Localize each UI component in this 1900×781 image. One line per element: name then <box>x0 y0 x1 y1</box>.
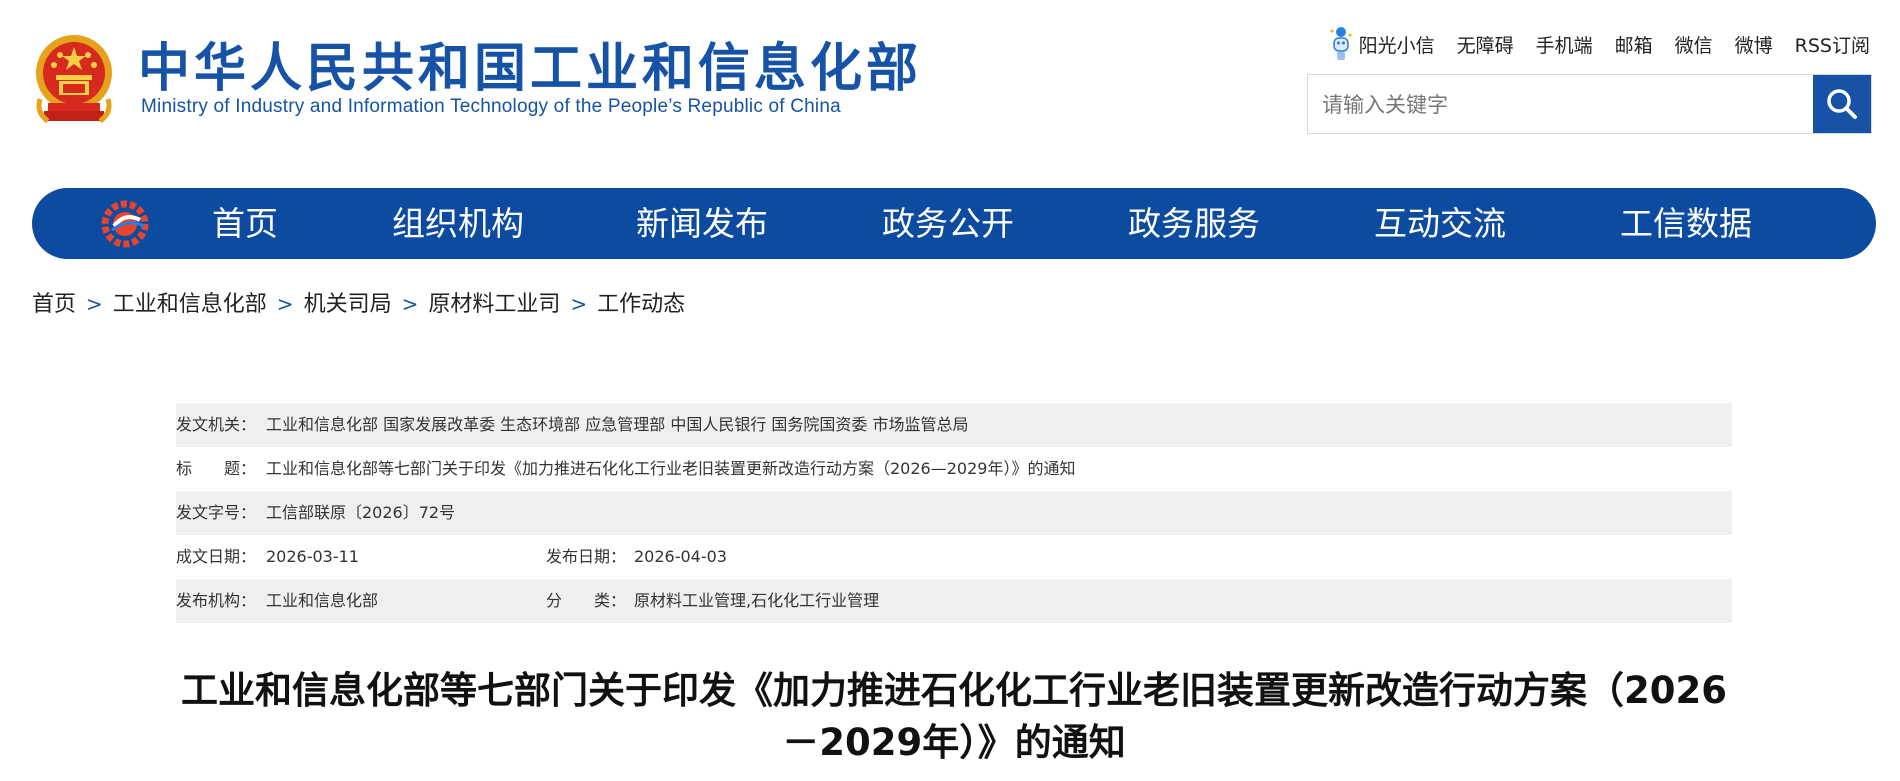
breadcrumb-home[interactable]: 首页 <box>32 292 76 317</box>
top-utility-links: 阳光小信 无障碍 手机端 邮箱 微信 微博 RSS订阅 <box>1329 26 1870 62</box>
info-row-dates: 成文日期： 2026-03-11 发布日期： 2026-04-03 <box>176 535 1732 579</box>
breadcrumb-sep: > <box>401 292 419 316</box>
docno-label: 发文字号： <box>176 503 257 522</box>
published-date-label: 发布日期： <box>546 547 627 566</box>
issuer-label: 发文机关： <box>176 415 257 434</box>
nav-item-organization[interactable]: 组织机构 <box>392 188 524 259</box>
wechat-link[interactable]: 微信 <box>1675 31 1713 58</box>
sunshine-link[interactable]: 阳光小信 <box>1329 26 1435 62</box>
nav-item-gov-info[interactable]: 政务公开 <box>882 188 1014 259</box>
category-value: 原材料工业管理,石化化工行业管理 <box>634 591 880 610</box>
written-date-value: 2026-03-11 <box>266 547 359 566</box>
title-value: 工业和信息化部等七部门关于印发《加力推进石化化工行业老旧装置更新改造行动方案（2… <box>266 459 1076 478</box>
main-nav: 首页 组织机构 新闻发布 政务公开 政务服务 互动交流 工信数据 <box>32 188 1876 259</box>
mailbox-link[interactable]: 邮箱 <box>1615 31 1653 58</box>
miit-gear-logo-icon <box>101 200 149 248</box>
robot-mascot-icon <box>1330 27 1352 60</box>
breadcrumb-ministry[interactable]: 工业和信息化部 <box>113 292 267 317</box>
written-date-label: 成文日期： <box>176 547 257 566</box>
breadcrumb-sep: > <box>86 292 103 316</box>
info-row-org-category: 发布机构： 工业和信息化部 分 类： 原材料工业管理,石化化工行业管理 <box>176 579 1732 623</box>
article-title: 工业和信息化部等七部门关于印发《加力推进石化化工行业老旧装置更新改造行动方案（2… <box>181 669 1727 764</box>
info-row-issuer: 发文机关： 工业和信息化部 国家发展改革委 生态环境部 应急管理部 中国人民银行… <box>176 403 1732 447</box>
breadcrumb: 首页 > 工业和信息化部 > 机关司局 > 原材料工业司 > 工作动态 <box>32 286 685 318</box>
mobile-link[interactable]: 手机端 <box>1536 31 1593 58</box>
nav-item-data[interactable]: 工信数据 <box>1620 188 1752 259</box>
breadcrumb-sep: > <box>276 292 294 316</box>
category-label: 分 类： <box>546 591 627 610</box>
nav-item-home[interactable]: 首页 <box>212 188 278 259</box>
breadcrumb-sep: > <box>570 292 588 316</box>
rss-link[interactable]: RSS订阅 <box>1795 31 1870 58</box>
accessibility-link[interactable]: 无障碍 <box>1457 31 1514 58</box>
info-row-title: 标 题： 工业和信息化部等七部门关于印发《加力推进石化化工行业老旧装置更新改造行… <box>176 447 1732 491</box>
weibo-link[interactable]: 微博 <box>1735 31 1773 58</box>
document-info-table: 发文机关： 工业和信息化部 国家发展改革委 生态环境部 应急管理部 中国人民银行… <box>176 403 1732 623</box>
search-input[interactable] <box>1308 75 1829 135</box>
site-title: 中华人民共和国工业和信息化部 <box>138 39 923 99</box>
published-date-value: 2026-04-03 <box>634 547 727 566</box>
site-subtitle-en: Ministry of Industry and Information Tec… <box>141 96 841 117</box>
org-label: 发布机构： <box>176 591 257 610</box>
info-row-docno: 发文字号： 工信部联原〔2026〕72号 <box>176 491 1732 535</box>
national-emblem-icon <box>36 35 112 124</box>
nav-item-news[interactable]: 新闻发布 <box>636 188 768 259</box>
org-value: 工业和信息化部 <box>266 591 379 610</box>
search-button[interactable] <box>1813 75 1871 133</box>
sunshine-link-label: 阳光小信 <box>1358 34 1435 57</box>
issuer-value: 工业和信息化部 国家发展改革委 生态环境部 应急管理部 中国人民银行 国务院国资… <box>266 415 969 434</box>
breadcrumb-raw-materials-dept[interactable]: 原材料工业司 <box>428 292 560 317</box>
nav-item-interaction[interactable]: 互动交流 <box>1374 188 1506 259</box>
title-label: 标 题： <box>176 459 257 478</box>
breadcrumb-work-news[interactable]: 工作动态 <box>597 292 685 317</box>
nav-item-gov-services[interactable]: 政务服务 <box>1128 188 1260 259</box>
docno-value: 工信部联原〔2026〕72号 <box>266 503 456 522</box>
breadcrumb-departments[interactable]: 机关司局 <box>304 292 392 317</box>
search-icon <box>1827 89 1857 119</box>
search-box <box>1307 74 1872 135</box>
